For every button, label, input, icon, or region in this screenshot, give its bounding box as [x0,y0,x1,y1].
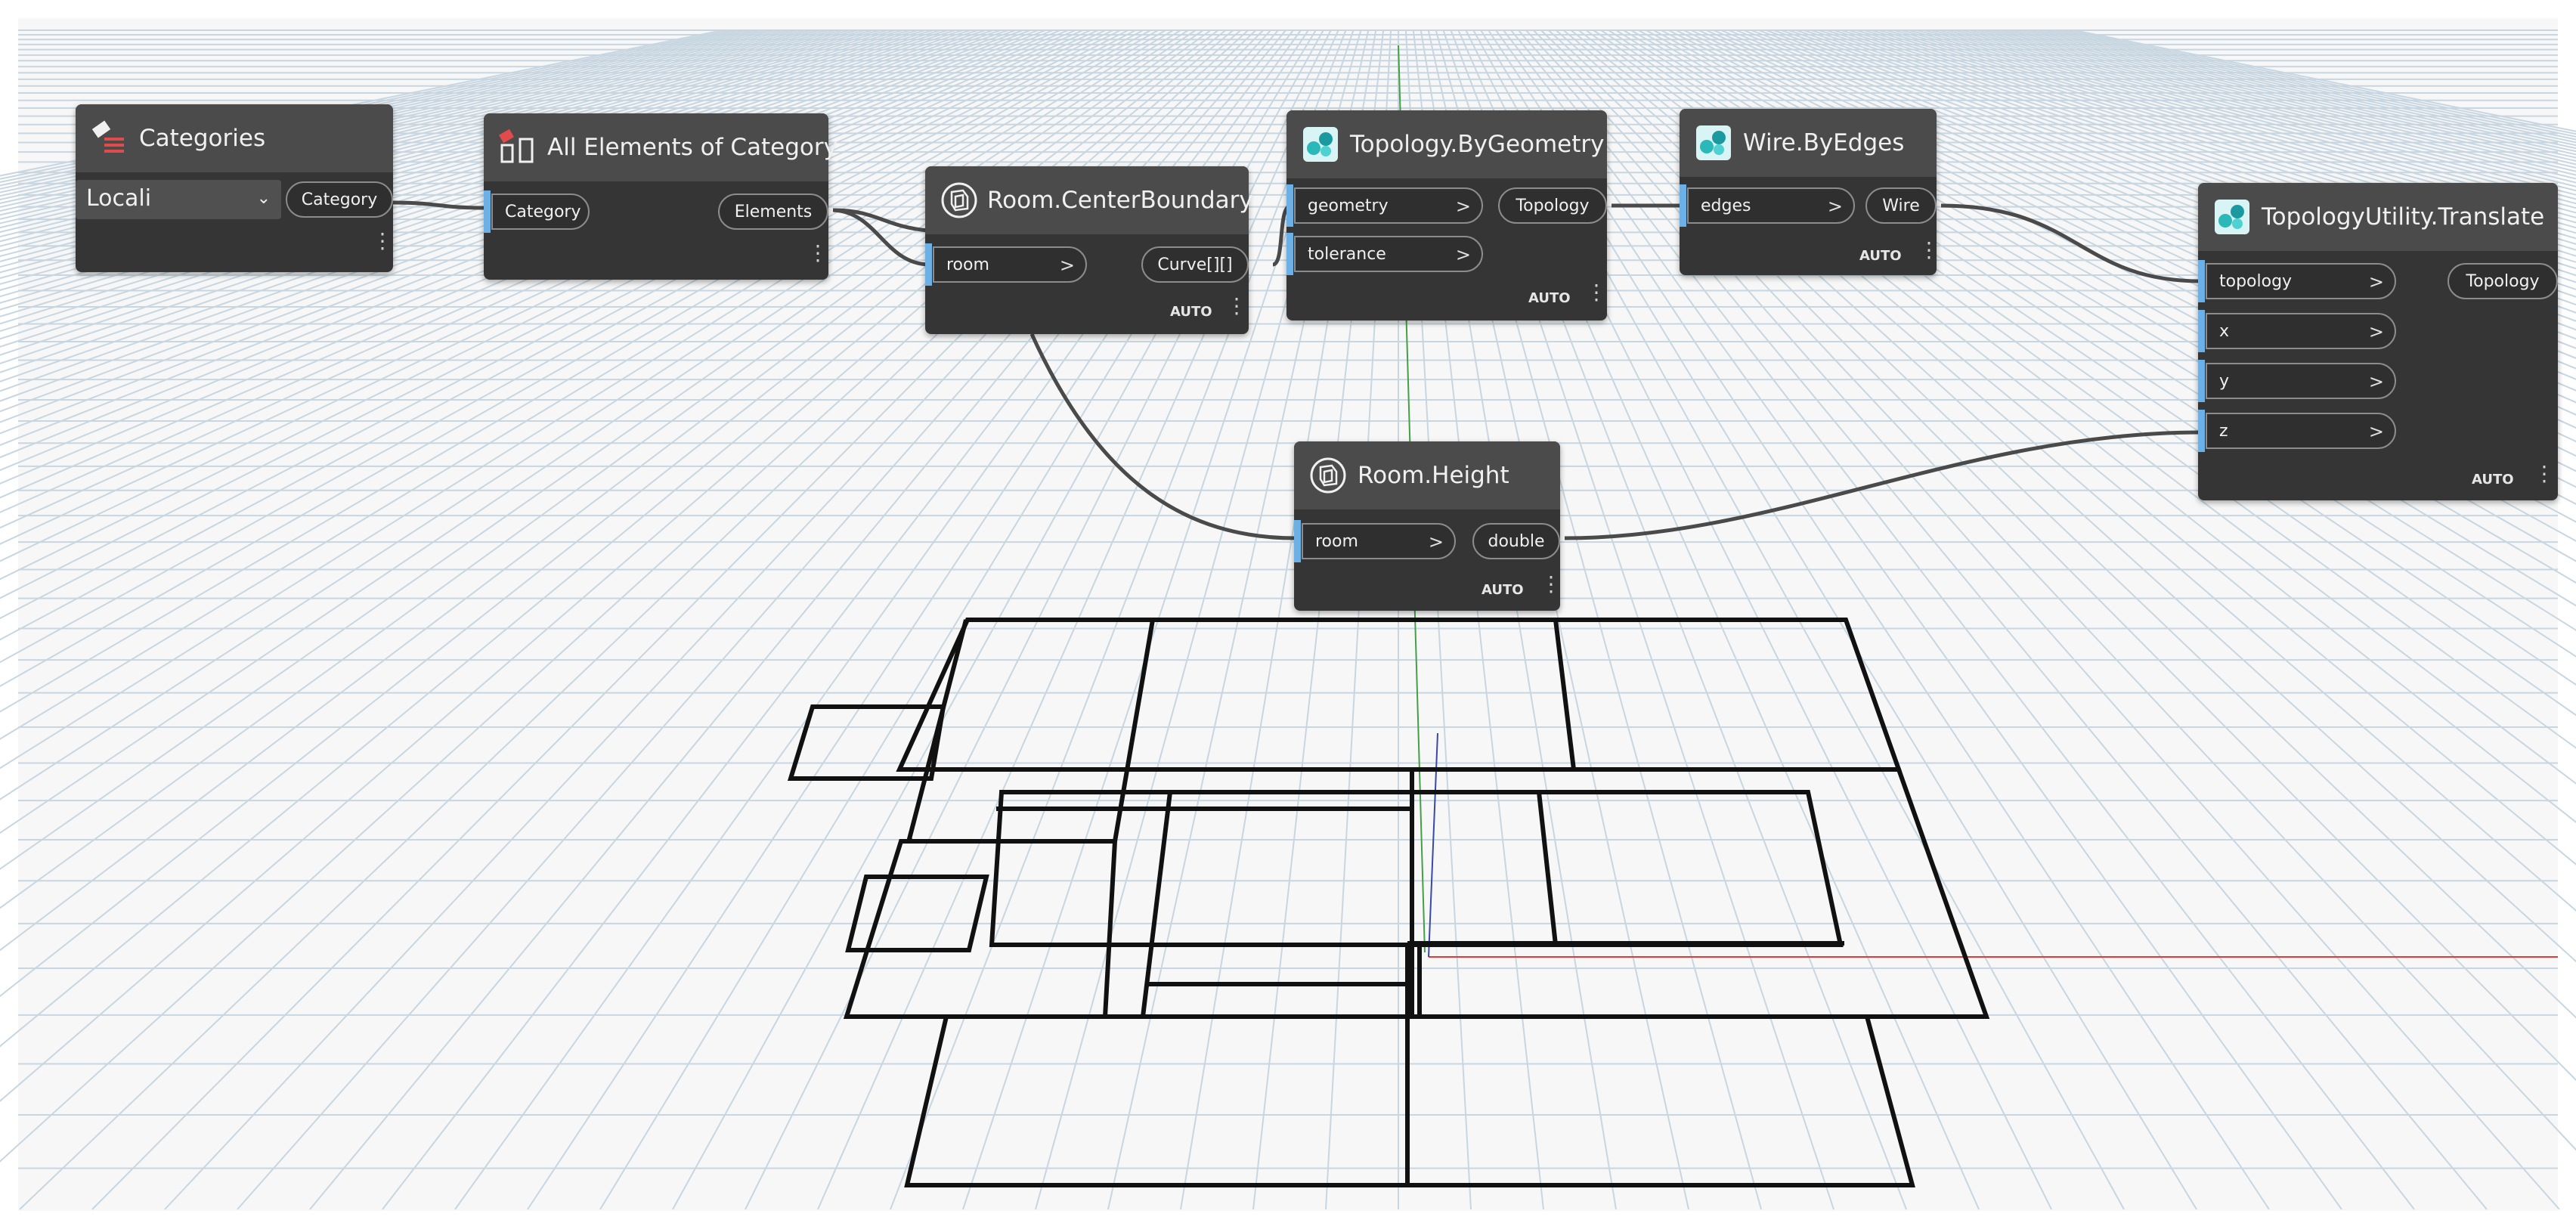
lacing-label[interactable]: AUTO [1170,304,1212,320]
output-port-wire[interactable]: Wire [1865,187,1937,224]
output-port-elements[interactable]: Elements [718,193,828,230]
input-port-y[interactable]: y > [2206,363,2396,399]
input-marker [2198,360,2205,402]
chevron-down-icon: ⌄ [256,189,271,208]
input-marker [2198,410,2205,452]
input-marker [2198,310,2205,352]
node-menu-icon[interactable]: ⋮ [372,231,393,252]
input-port-edges[interactable]: edges > [1687,187,1855,224]
node-menu-icon[interactable]: ⋮ [1586,282,1607,303]
port-label: x [2219,322,2230,341]
output-port-double[interactable]: double [1472,523,1560,559]
input-marker [1286,184,1293,227]
input-port-z[interactable]: z > [2206,413,2396,449]
port-label: tolerance [1308,245,1386,264]
lacing-label[interactable]: AUTO [2472,472,2514,488]
node-title: TopologyUtility.Translate [2262,203,2545,231]
output-port-topology[interactable]: Topology [1498,187,1607,224]
input-port-room[interactable]: room > [1302,523,1456,559]
chevron-right-icon: > [2368,371,2384,392]
node-menu-icon[interactable]: ⋮ [1918,240,1940,261]
chevron-right-icon: > [1827,196,1843,217]
output-port-curves[interactable]: Curve[][] [1141,246,1249,283]
category-dropdown[interactable]: Locali ⌄ [76,180,281,219]
port-label: room [1315,532,1358,551]
port-label: z [2219,422,2228,441]
port-label: topology [2219,272,2293,291]
chevron-right-icon: > [2368,421,2384,442]
input-port-tolerance[interactable]: tolerance > [1294,236,1483,272]
input-port-category[interactable]: Category [491,193,590,230]
node-menu-icon[interactable]: ⋮ [1540,574,1562,595]
lacing-label[interactable]: AUTO [1859,248,1902,264]
node-all-elements-of-category[interactable]: All Elements of Category Category Elemen… [484,113,838,280]
chevron-right-icon: > [2368,271,2384,293]
lacing-label[interactable]: AUTO [1482,582,1524,598]
node-categories[interactable]: Categories Locali ⌄ Category ⋮ [76,104,393,272]
output-port-category[interactable]: Category [286,181,393,218]
chevron-right-icon: > [1428,531,1444,553]
room-icon [1309,457,1347,494]
topologic-cube-icon [1695,124,1732,162]
port-label: room [946,255,989,274]
chevron-right-icon: > [1455,196,1471,217]
node-title: Room.CenterBoundary [987,187,1253,214]
input-marker [2198,260,2205,302]
node-menu-icon[interactable]: ⋮ [807,243,828,264]
node-room-height[interactable]: Room.Height room > double AUTO ⋮ [1294,441,1562,611]
node-room-center-boundary[interactable]: Room.CenterBoundary room > Curve[][] AUT… [925,166,1253,334]
node-wire-by-edges[interactable]: Wire.ByEdges edges > Wire AUTO ⋮ [1680,109,1940,275]
port-label: geometry [1308,197,1389,215]
input-port-geometry[interactable]: geometry > [1294,187,1483,224]
room-icon [940,181,978,219]
output-port-topology[interactable]: Topology [2448,263,2558,299]
node-menu-icon[interactable]: ⋮ [2534,463,2555,485]
dropdown-value: Locali [86,185,152,212]
input-marker [925,243,932,286]
port-label: edges [1701,197,1751,215]
dynamo-canvas[interactable]: Categories Locali ⌄ Category ⋮ All Eleme… [0,0,2576,1226]
topologic-cube-icon [1302,125,1339,163]
lacing-label[interactable]: AUTO [1528,290,1571,306]
input-marker [1294,520,1301,562]
input-marker [1286,233,1293,275]
node-topology-utility-translate[interactable]: TopologyUtility.Translate topology > x >… [2198,183,2558,500]
node-title: All Elements of Category [547,134,838,161]
topologic-cube-icon [2213,198,2251,236]
input-marker [1680,184,1686,227]
node-title: Room.Height [1358,462,1509,489]
input-port-room[interactable]: room > [933,246,1087,283]
node-title: Topology.ByGeometry [1350,131,1605,158]
node-menu-icon[interactable]: ⋮ [1226,296,1247,317]
node-topology-by-geometry[interactable]: Topology.ByGeometry geometry > tolerance… [1286,110,1607,320]
chevron-right-icon: > [1059,255,1075,276]
category-tag-icon [91,119,128,157]
node-title: Wire.ByEdges [1743,129,1905,156]
element-collection-icon [499,128,537,166]
node-title: Categories [139,125,266,152]
input-marker [484,190,491,233]
input-port-topology[interactable]: topology > [2206,263,2396,299]
chevron-right-icon: > [1455,244,1471,265]
input-port-x[interactable]: x > [2206,313,2396,349]
chevron-right-icon: > [2368,321,2384,342]
port-label: y [2219,372,2230,391]
